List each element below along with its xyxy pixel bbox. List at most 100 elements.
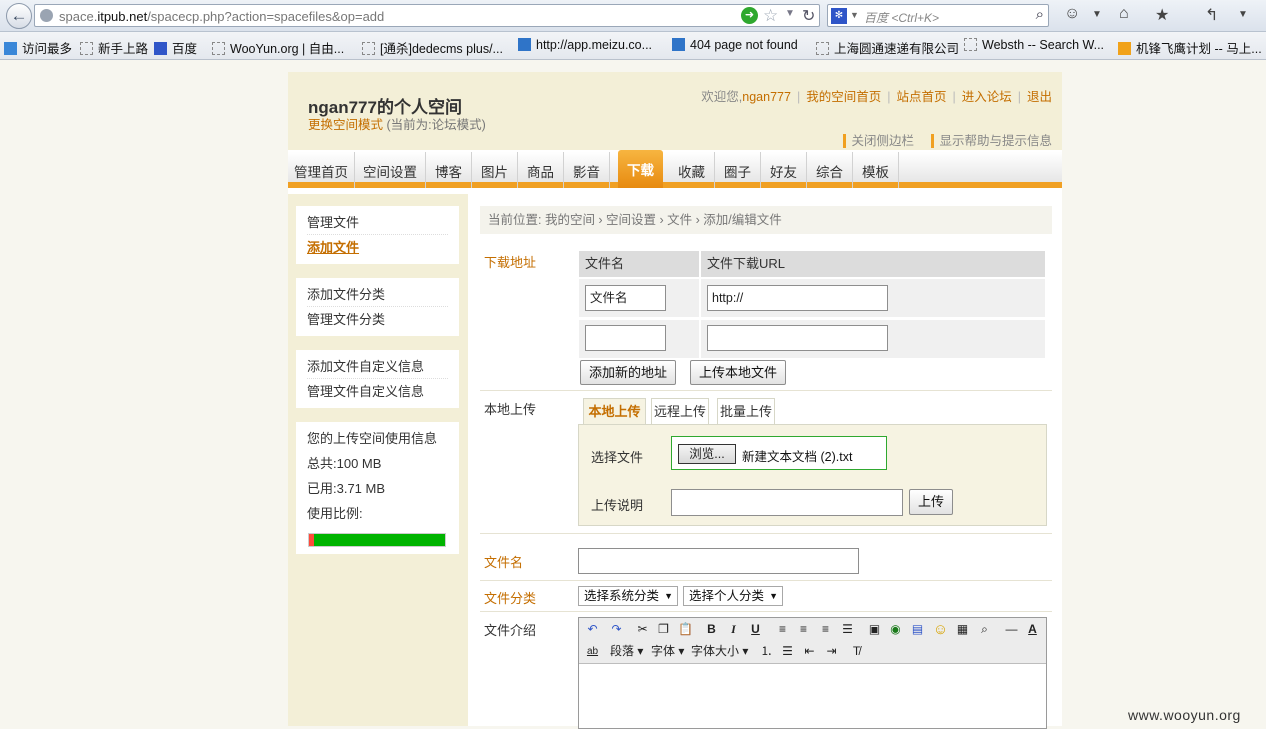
align-right-icon[interactable]: ≡ [816, 620, 835, 639]
highlight-icon[interactable]: ab [583, 642, 602, 661]
search-bar[interactable]: ✻ ▼ 百度 <Ctrl+K> ⌕ [827, 4, 1049, 27]
remove-format-icon[interactable]: T̸ [847, 642, 866, 661]
bookmark-item[interactable]: WooYun.org | 自由... [212, 38, 344, 57]
tab-favorites[interactable]: 收藏 [669, 152, 715, 188]
tab-manage-home[interactable]: 管理首页 [288, 152, 355, 188]
tab-download[interactable]: 下载 [618, 150, 663, 188]
file-name-input[interactable] [578, 548, 859, 574]
welcome-text: 欢迎您, [701, 90, 743, 104]
most-visited-icon [4, 42, 17, 55]
emoticon-icon[interactable]: ☺ [931, 620, 950, 639]
code-icon[interactable]: ▦ [953, 620, 972, 639]
link-globe-icon[interactable]: ◉ [886, 620, 905, 639]
tab-space-settings[interactable]: 空间设置 [355, 152, 426, 188]
file-url-input-1[interactable]: http:// [707, 285, 888, 311]
sidebar-item-add-category[interactable]: 添加文件分类 [307, 282, 448, 307]
bookmarks-menu-icon[interactable]: ★ [1155, 5, 1169, 25]
tab-media[interactable]: 影音 [564, 152, 610, 188]
sidebar-item-manage-category[interactable]: 管理文件分类 [307, 307, 448, 332]
bookmark-item[interactable]: [通杀]dedecms plus/... [362, 38, 503, 57]
file-name-input-2[interactable] [585, 325, 666, 351]
ordered-list-icon[interactable]: ⒈ [757, 642, 776, 661]
upload-button[interactable]: 上传 [909, 489, 953, 515]
my-space-home-link[interactable]: 我的空间首页 [806, 90, 881, 104]
share-icon[interactable]: ↰ [1205, 5, 1218, 25]
font-size-dropdown[interactable]: 字体大小 ▾ [691, 642, 748, 661]
align-left-icon[interactable]: ≡ [773, 620, 792, 639]
upload-description-input[interactable] [671, 489, 903, 516]
bookmark-item[interactable]: 上海圆通速递有限公司 [816, 38, 959, 57]
align-center-icon[interactable]: ≡ [794, 620, 813, 639]
switch-mode-link[interactable]: 更换空间模式 [308, 118, 383, 132]
tab-general[interactable]: 综合 [807, 152, 853, 188]
sidebar-item-manage-custom-info[interactable]: 管理文件自定义信息 [307, 379, 448, 404]
site-home-link[interactable]: 站点首页 [896, 90, 946, 104]
italic-icon[interactable]: I [724, 620, 743, 639]
logout-link[interactable]: 退出 [1027, 90, 1052, 104]
paragraph-dropdown[interactable]: 段落 ▾ [610, 642, 643, 661]
font-family-dropdown[interactable]: 字体 ▾ [651, 642, 684, 661]
search-icon[interactable]: ⌕ [1036, 6, 1044, 23]
tab-templates[interactable]: 模板 [853, 152, 899, 188]
file-name-input-1[interactable]: 文件名 [585, 285, 666, 311]
browse-button[interactable]: 浏览... [678, 444, 736, 464]
copy-icon[interactable]: ❐ [654, 620, 673, 639]
personal-category-select[interactable]: 选择个人分类 ▼ [683, 586, 783, 606]
reload-icon[interactable]: ↻ [802, 6, 815, 26]
system-category-select[interactable]: 选择系统分类 ▼ [578, 586, 678, 606]
sidebar-item-add-custom-info[interactable]: 添加文件自定义信息 [307, 354, 448, 379]
redo-icon[interactable]: ↷ [607, 620, 626, 639]
media-icon[interactable]: ▤ [908, 620, 927, 639]
add-address-button[interactable]: 添加新的地址 [580, 360, 676, 385]
justify-icon[interactable]: ☰ [838, 620, 857, 639]
paste-icon[interactable]: 📋 [676, 620, 695, 639]
addon-face-icon[interactable]: ☺ [1064, 5, 1080, 23]
bookmark-star-icon[interactable]: ☆ [763, 6, 778, 26]
back-arrow-icon[interactable]: ← [6, 3, 32, 29]
bookmark-item[interactable]: 百度 [154, 38, 197, 57]
tab-photos[interactable]: 图片 [472, 152, 518, 188]
home-icon[interactable]: ⌂ [1119, 5, 1129, 23]
font-color-icon[interactable]: A [1023, 620, 1042, 639]
undo-icon[interactable]: ↶ [583, 620, 602, 639]
zoom-icon[interactable]: ⌕ [975, 620, 994, 639]
file-url-input-2[interactable] [707, 325, 888, 351]
url-bar[interactable]: space.itpub.net/spacecp.php?action=space… [34, 4, 820, 27]
bookmark-item[interactable]: 新手上路 [80, 38, 148, 57]
upload-local-file-button[interactable]: 上传本地文件 [690, 360, 786, 385]
cut-icon[interactable]: ✂ [633, 620, 652, 639]
outdent-icon[interactable]: ⇤ [800, 642, 819, 661]
bookmark-item[interactable]: Websth -- Search W... [964, 38, 1104, 52]
tab-blog[interactable]: 博客 [426, 152, 472, 188]
baidu-paw-icon[interactable]: ✻ [831, 8, 847, 24]
unordered-list-icon[interactable]: ☰ [778, 642, 797, 661]
chevron-down-icon[interactable]: ▼ [850, 10, 859, 20]
bookmark-item[interactable]: 访问最多 [4, 38, 72, 57]
file-picker[interactable]: 浏览... 新建文本文档 (2).txt [671, 436, 887, 470]
underline-icon[interactable]: U [746, 620, 765, 639]
sidebar-item-add-file[interactable]: 添加文件 [307, 235, 448, 260]
close-sidebar-link[interactable]: 关闭侧边栏 [843, 134, 914, 148]
tab-batch-upload[interactable]: 批量上传 [717, 398, 775, 424]
tab-goods[interactable]: 商品 [518, 152, 564, 188]
tab-remote-upload[interactable]: 远程上传 [651, 398, 709, 424]
username-link[interactable]: ngan777 [742, 90, 791, 104]
indent-icon[interactable]: ⇥ [822, 642, 841, 661]
show-help-link[interactable]: 显示帮助与提示信息 [931, 134, 1052, 148]
bookmark-item[interactable]: 404 page not found [672, 38, 798, 52]
enter-forum-link[interactable]: 进入论坛 [962, 90, 1012, 104]
bold-icon[interactable]: B [702, 620, 721, 639]
sidebar-item-manage-files[interactable]: 管理文件 [307, 210, 448, 235]
horizontal-rule-icon[interactable]: — [1002, 620, 1021, 639]
image-icon[interactable]: ▣ [865, 620, 884, 639]
chevron-down-icon[interactable]: ▼ [785, 8, 795, 19]
tab-friends[interactable]: 好友 [761, 152, 807, 188]
tab-local-upload[interactable]: 本地上传 [583, 398, 646, 425]
divider [480, 533, 1052, 534]
bookmark-item[interactable]: http://app.meizu.co... [518, 38, 652, 52]
chevron-down-icon[interactable]: ▼ [1238, 9, 1248, 20]
chevron-down-icon[interactable]: ▼ [1092, 9, 1102, 20]
tab-circles[interactable]: 圈子 [715, 152, 761, 188]
go-arrow-icon[interactable]: ➜ [741, 7, 758, 24]
bookmark-item[interactable]: 机锋飞鹰计划 -- 马上... [1118, 38, 1262, 57]
